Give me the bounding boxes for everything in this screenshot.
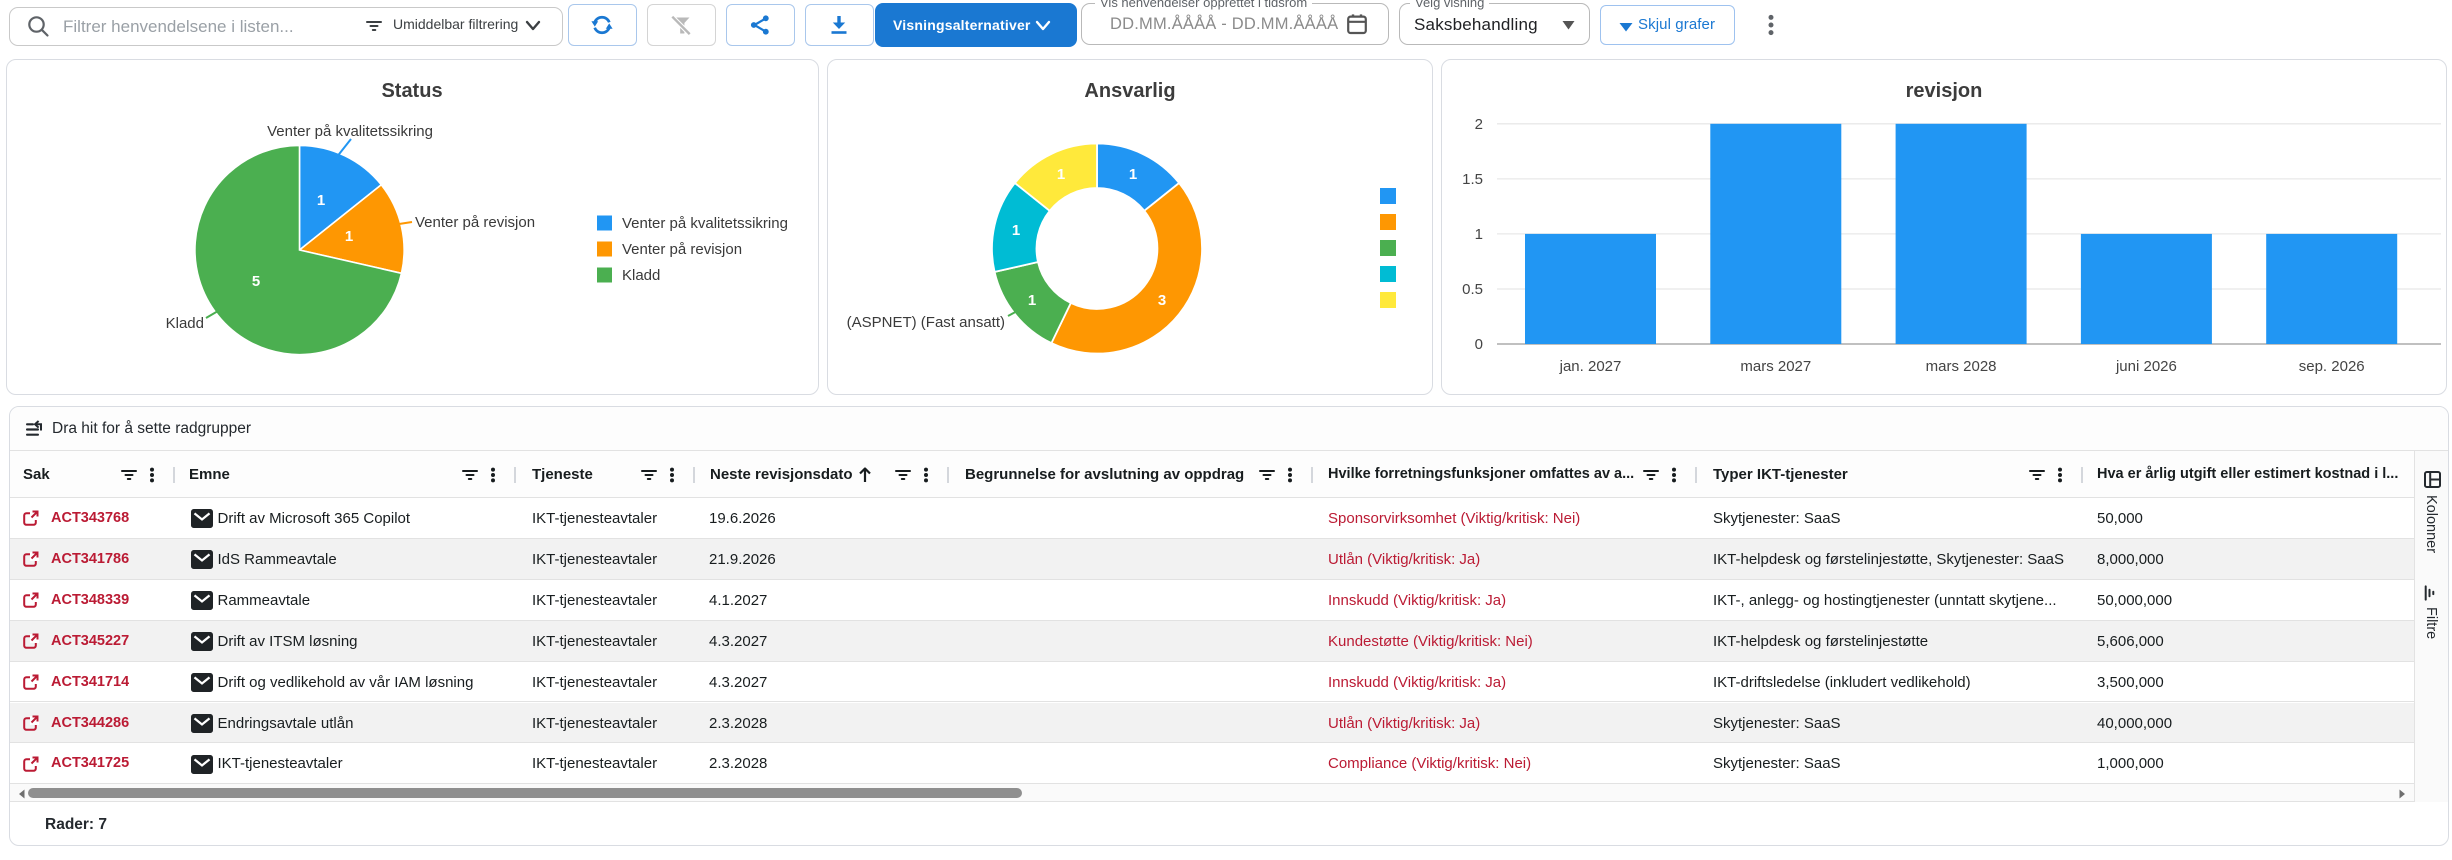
svg-text:0.5: 0.5	[1462, 281, 1483, 298]
svg-text:juni 2026: juni 2026	[2115, 358, 2177, 375]
svg-text:jan. 2027: jan. 2027	[1559, 358, 1622, 375]
svg-text:1.5: 1.5	[1462, 171, 1483, 188]
svg-text:0: 0	[1475, 336, 1483, 353]
svg-text:mars 2027: mars 2027	[1740, 358, 1811, 375]
svg-text:2: 2	[1475, 116, 1483, 133]
svg-text:1: 1	[1475, 226, 1483, 243]
svg-text:sep. 2026: sep. 2026	[2299, 358, 2365, 375]
svg-text:mars 2028: mars 2028	[1926, 358, 1997, 375]
